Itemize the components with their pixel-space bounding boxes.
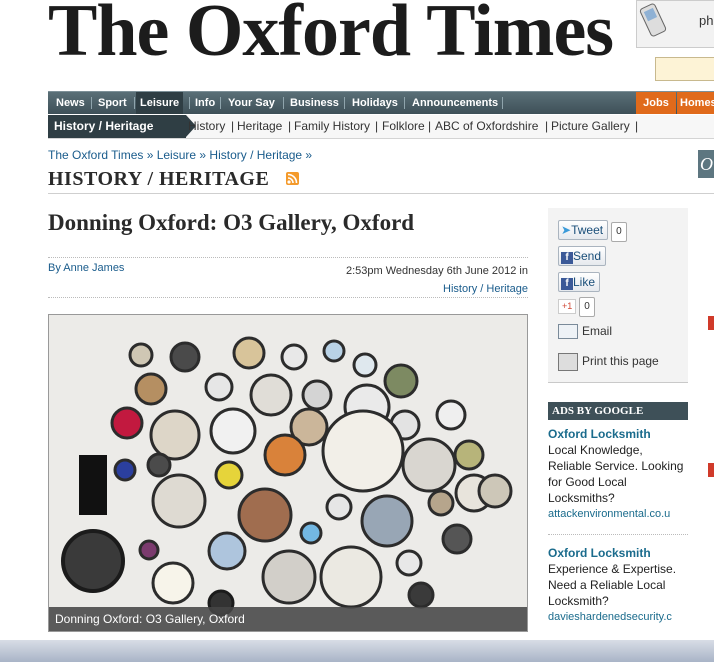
nav-separator bbox=[344, 97, 345, 109]
nav-leisure[interactable]: Leisure bbox=[136, 92, 184, 114]
section-title: HISTORY / HERITAGE bbox=[48, 168, 270, 190]
subnav-heritage[interactable]: Heritage bbox=[237, 115, 282, 138]
ads-header: ADS BY GOOGLE bbox=[548, 402, 688, 420]
breadcrumb[interactable]: The Oxford Times » Leisure » History / H… bbox=[48, 148, 312, 162]
facebook-icon: f bbox=[561, 278, 573, 290]
nav-homes[interactable]: Homes bbox=[677, 92, 714, 114]
photo-caption: Donning Oxford: O3 Gallery, Oxford bbox=[49, 607, 527, 631]
facebook-icon: f bbox=[561, 252, 573, 264]
phone-icon bbox=[639, 3, 667, 37]
twitter-icon: ➤ bbox=[561, 223, 572, 237]
subnav-sep: | bbox=[428, 119, 432, 133]
masthead-logo[interactable]: The Oxford Times bbox=[48, 0, 614, 68]
ad-text-line: Locksmiths? bbox=[548, 491, 615, 505]
article-headline: Donning Oxford: O3 Gallery, Oxford bbox=[48, 210, 415, 235]
ad-title[interactable]: Oxford Locksmith bbox=[548, 426, 688, 442]
nav-holidays[interactable]: Holidays bbox=[352, 92, 398, 114]
subnav-history[interactable]: History bbox=[188, 115, 225, 138]
ad-text-line: Locksmith? bbox=[548, 594, 609, 608]
tweet-label: Tweet bbox=[571, 223, 604, 237]
subnav-sep: | bbox=[231, 119, 235, 133]
google-plus-button[interactable]: +1 0 bbox=[558, 296, 595, 317]
desktop-strip bbox=[0, 640, 714, 662]
ad-text-line: Need a Reliable Local bbox=[548, 578, 666, 592]
print-label: Print this page bbox=[582, 354, 659, 368]
nav-separator bbox=[404, 97, 405, 109]
subnav-current[interactable]: History / Heritage bbox=[48, 115, 186, 138]
facebook-like-button[interactable]: f Like bbox=[558, 272, 601, 292]
rss-icon[interactable] bbox=[286, 172, 299, 185]
subnav-sep: | bbox=[375, 119, 379, 133]
tweet-button[interactable]: ➤Tweet 0 bbox=[558, 220, 627, 242]
ad-divider bbox=[548, 534, 688, 535]
ad-url[interactable]: davieshardenedsecurity.c bbox=[548, 609, 688, 625]
pendants-image bbox=[49, 315, 527, 631]
subnav-folklore[interactable]: Folklore bbox=[382, 115, 425, 138]
nav-sport[interactable]: Sport bbox=[98, 92, 127, 114]
ad-item[interactable]: Oxford Locksmith Local Knowledge, Reliab… bbox=[548, 426, 688, 522]
subnav-sep: | bbox=[545, 119, 549, 133]
nav-info[interactable]: Info bbox=[195, 92, 215, 114]
nav-separator bbox=[189, 97, 190, 109]
ad-text-line: Experience & Expertise. bbox=[548, 562, 677, 576]
like-label: Like bbox=[573, 275, 596, 289]
nav-separator bbox=[283, 97, 284, 109]
main-nav: News Sport Leisure Info Your Say Busines… bbox=[48, 91, 714, 114]
email-button[interactable]: Email bbox=[558, 322, 612, 340]
ad-item[interactable]: Oxford Locksmith Experience & Expertise.… bbox=[548, 545, 688, 625]
article-date: 2:53pm Wednesday 6th June 2012 in bbox=[345, 265, 528, 277]
search-input[interactable] bbox=[655, 57, 714, 81]
nav-news[interactable]: News bbox=[56, 92, 85, 114]
subnav-picture-gallery[interactable]: Picture Gallery bbox=[551, 115, 630, 138]
nav-your-say[interactable]: Your Say bbox=[228, 92, 275, 114]
article-byline[interactable]: By Anne James bbox=[48, 262, 124, 274]
sub-nav: History / Heritage History | Heritage | … bbox=[48, 115, 714, 139]
send-label: Send bbox=[573, 249, 602, 263]
ad-text-line: for Good Local bbox=[548, 475, 627, 489]
ad-text-line: Local Knowledge, bbox=[548, 443, 643, 457]
nav-announcements[interactable]: Announcements bbox=[412, 92, 498, 114]
nav-separator bbox=[134, 97, 135, 109]
article-dateline: 2:53pm Wednesday 6th June 2012 in Histor… bbox=[300, 262, 528, 298]
rss-glyph bbox=[287, 173, 298, 184]
edge-ad-marker[interactable] bbox=[708, 316, 714, 330]
printer-icon bbox=[558, 352, 578, 371]
print-button[interactable]: Print this page bbox=[558, 352, 659, 371]
ad-text-line: Reliable Service. Looking bbox=[548, 459, 684, 473]
nav-jobs[interactable]: Jobs bbox=[636, 92, 676, 114]
nav-separator bbox=[502, 97, 503, 109]
edge-ad-marker[interactable] bbox=[708, 463, 714, 477]
google-plus-icon: +1 bbox=[558, 299, 577, 314]
subnav-family-history[interactable]: Family History bbox=[294, 115, 370, 138]
nav-business[interactable]: Business bbox=[290, 92, 339, 114]
article-category-link[interactable]: History / Heritage bbox=[300, 280, 528, 298]
facebook-send-button[interactable]: f Send bbox=[558, 246, 607, 266]
subnav-sep: | bbox=[288, 119, 292, 133]
email-icon bbox=[558, 324, 578, 340]
ad-url[interactable]: attackenvironmental.co.u bbox=[548, 506, 688, 522]
section-divider bbox=[48, 193, 714, 194]
phone-advert[interactable]: ph bbox=[636, 0, 714, 48]
subnav-sep: | bbox=[635, 119, 639, 133]
google-plus-count: 0 bbox=[579, 297, 595, 317]
right-edge-tab[interactable]: O bbox=[698, 150, 714, 178]
article-photo[interactable]: Donning Oxford: O3 Gallery, Oxford bbox=[48, 314, 528, 632]
nav-separator bbox=[91, 97, 92, 109]
ad-title[interactable]: Oxford Locksmith bbox=[548, 545, 688, 561]
nav-separator bbox=[220, 97, 221, 109]
tweet-count: 0 bbox=[611, 222, 627, 242]
phone-advert-text: ph bbox=[699, 13, 714, 28]
byline-divider bbox=[48, 257, 528, 258]
subnav-abc-of-oxfordshire[interactable]: ABC of Oxfordshire bbox=[435, 115, 538, 138]
byline-divider bbox=[48, 297, 528, 298]
email-label: Email bbox=[582, 324, 613, 338]
share-panel: ➤Tweet 0 f Send f Like +1 0 Email Print this… bbox=[548, 208, 688, 383]
